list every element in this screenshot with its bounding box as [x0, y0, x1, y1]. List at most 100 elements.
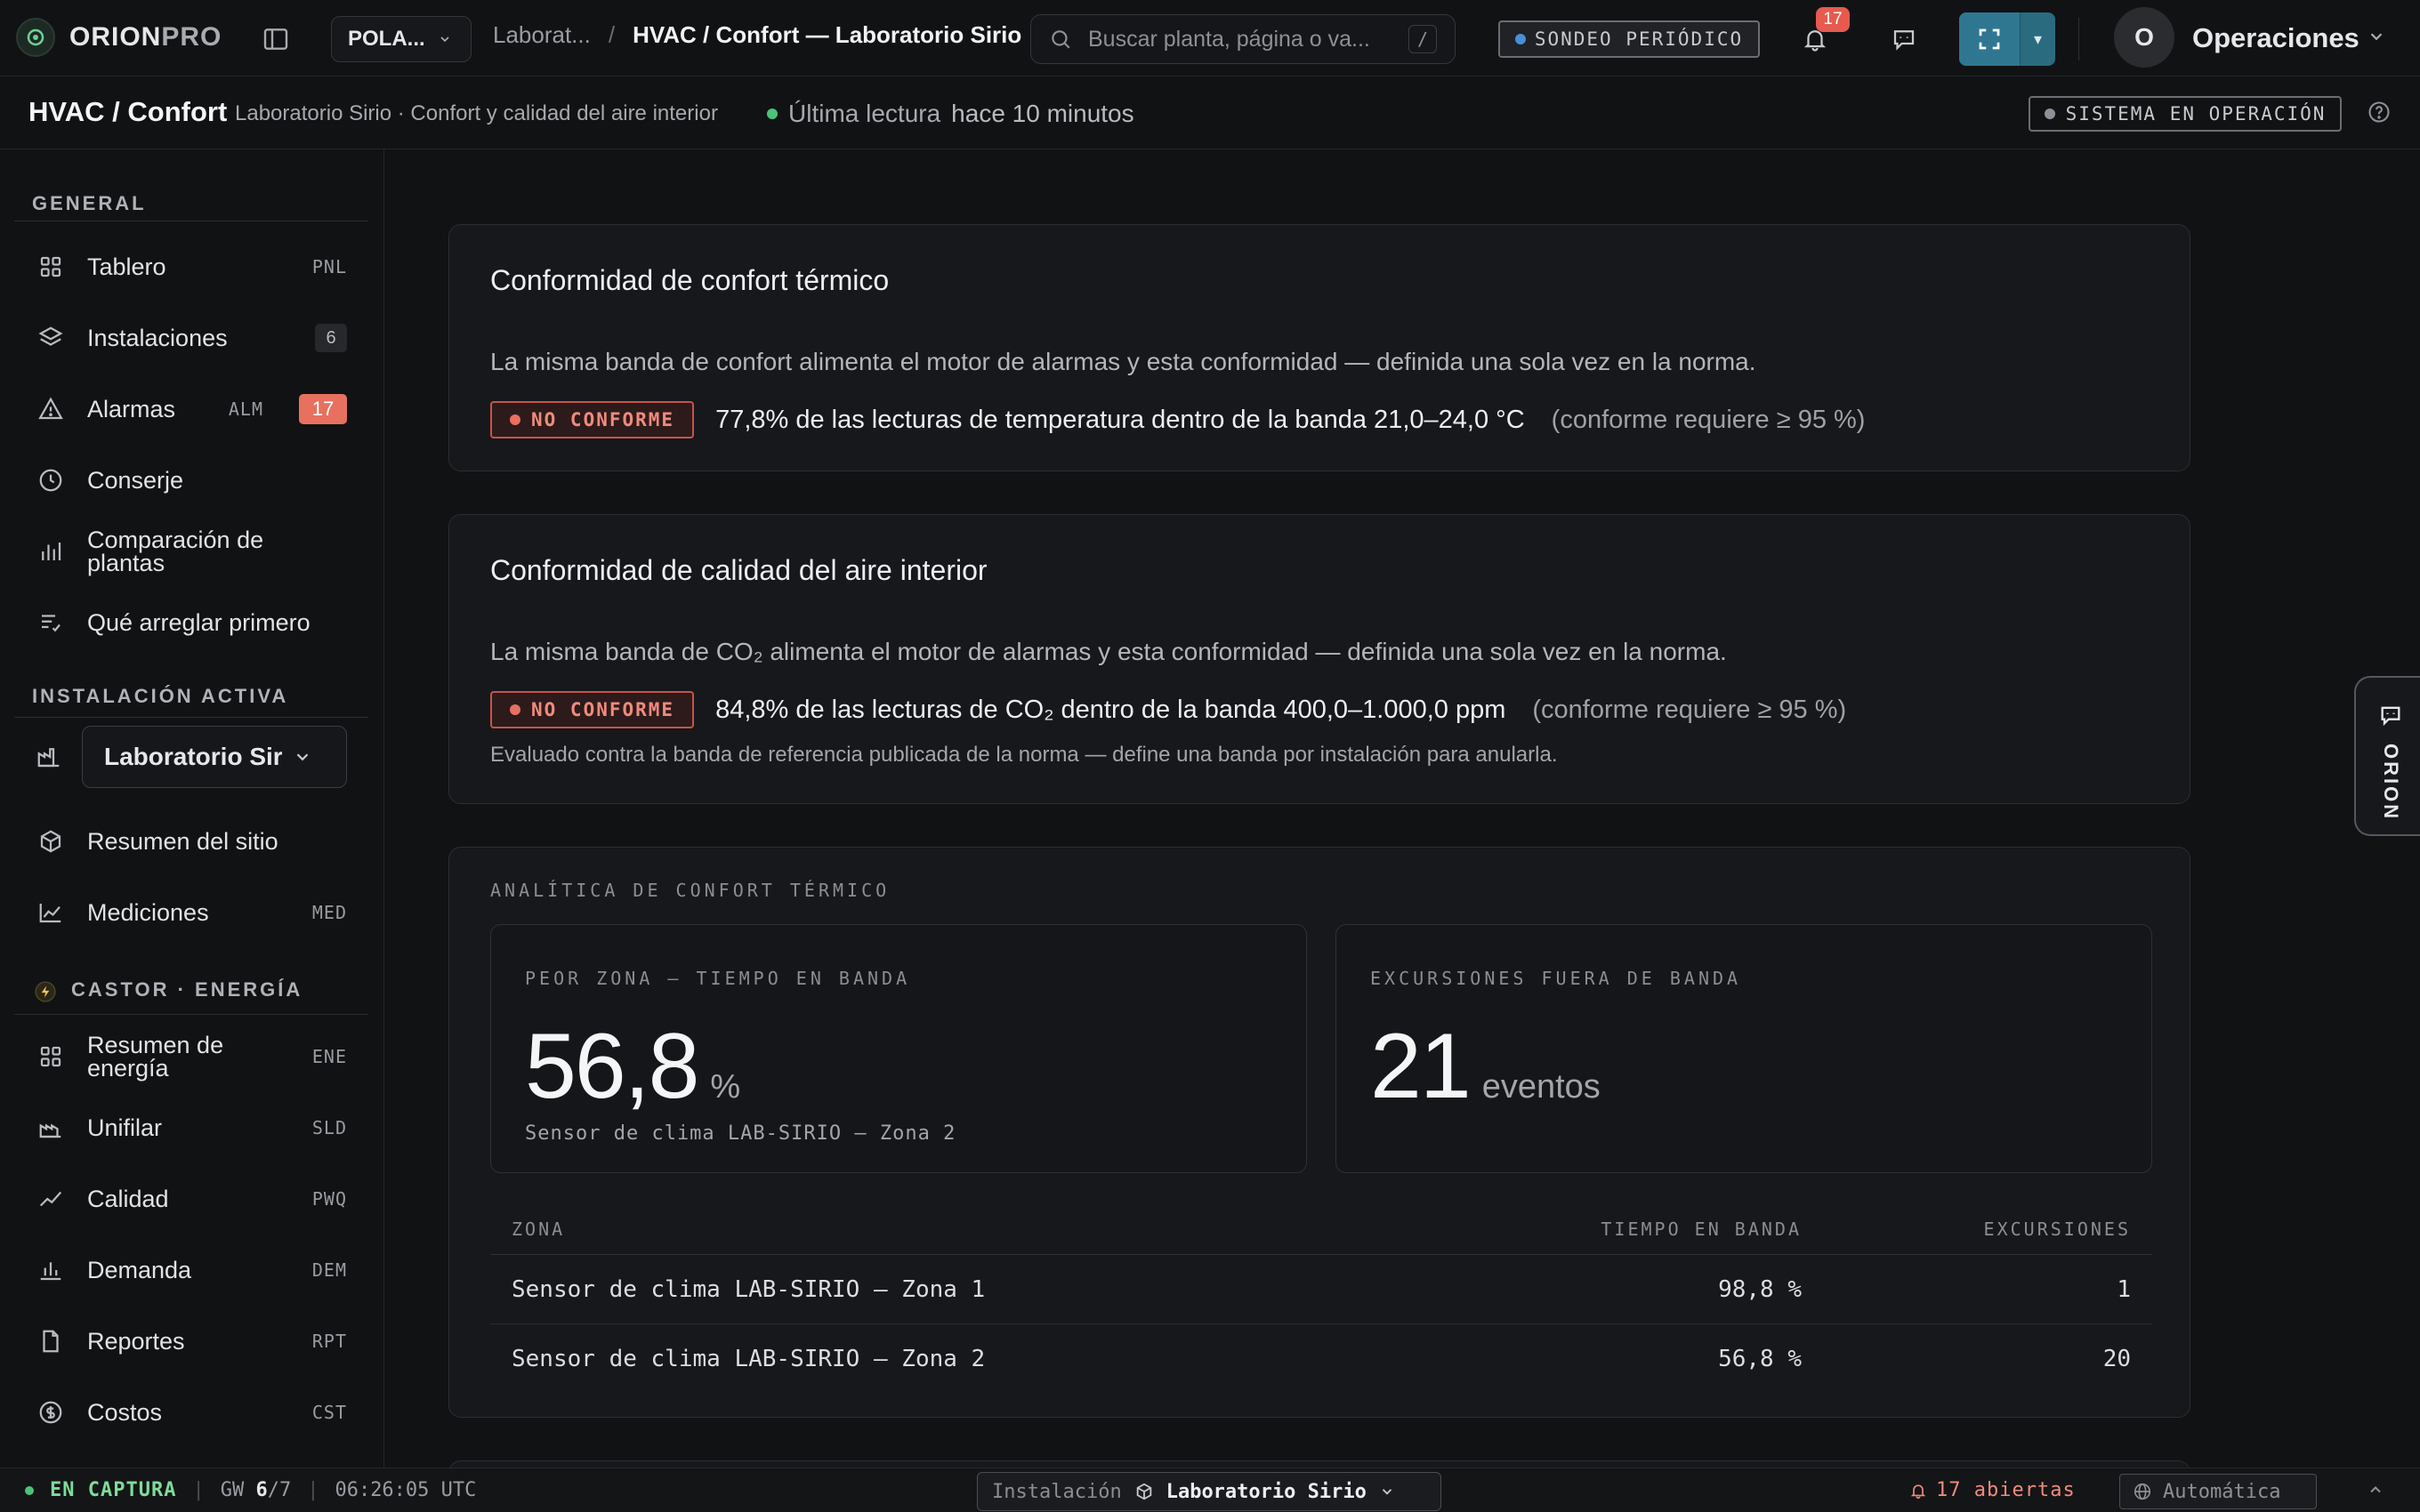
- sidebar-divider: [14, 1014, 368, 1015]
- sidebar-item-label: Qué arreglar primero: [87, 609, 311, 636]
- user-name[interactable]: Operaciones: [2192, 22, 2360, 54]
- stat-number: 56,8: [525, 1015, 699, 1118]
- breadcrumb: Laborat... / HVAC / Confort — Laboratori…: [493, 21, 1021, 49]
- brand[interactable]: ORIONPRO: [16, 18, 222, 57]
- sidebar-item-label: Resumen del sitio: [87, 828, 278, 855]
- orion-assistant-tab[interactable]: ORION: [2354, 676, 2420, 836]
- gateway-label: GW: [220, 1479, 245, 1501]
- sidebar-item-shortcut: ALM: [228, 398, 263, 420]
- compliance-requirement: (conforme requiere ≥ 95 %): [1532, 695, 1847, 724]
- sidebar-toggle-icon[interactable]: [258, 21, 294, 57]
- installation-select[interactable]: Instalación Laboratorio Sirio: [977, 1472, 1441, 1511]
- toolbar-divider: [2078, 18, 2079, 60]
- sidebar-item-tablero[interactable]: Tablero PNL: [14, 235, 368, 299]
- compliance-result: NO CONFORME 77,8% de las lecturas de tem…: [490, 401, 1865, 438]
- organization-name: POLA...: [348, 27, 425, 51]
- search-input[interactable]: Buscar planta, página o va... /: [1030, 14, 1456, 64]
- active-site-select[interactable]: Laboratorio Sirio: [82, 726, 347, 788]
- organization-select[interactable]: POLA...: [331, 16, 472, 62]
- sidebar-item-shortcut: ENE: [311, 1046, 347, 1067]
- checklist-icon: [42, 615, 60, 632]
- breadcrumb-separator: /: [608, 21, 616, 48]
- search-placeholder: Buscar planta, página o va...: [1088, 26, 1370, 52]
- card-description: La misma banda de CO₂ alimenta el motor …: [490, 638, 1727, 665]
- sidebar-item-unifilar[interactable]: Unifilar SLD: [14, 1096, 368, 1160]
- bell-icon: [1910, 1484, 1926, 1499]
- sidebar-item-resumen-sitio[interactable]: Resumen del sitio: [14, 809, 368, 873]
- thermal-analytics-card: ANALÍTICA DE CONFORT TÉRMICO PEOR ZONA —…: [448, 847, 2190, 1418]
- system-status-dot: [2044, 109, 2055, 119]
- sidebar: GENERAL Tablero PNL Instalaciones 6 Alar…: [0, 149, 384, 1468]
- sidebar-item-label: Comparación de plantas: [87, 527, 264, 576]
- globe-icon: [2134, 1483, 2151, 1500]
- sidebar-item-conserje[interactable]: Conserje: [14, 448, 368, 512]
- cube-icon: [1136, 1483, 1151, 1500]
- breadcrumb-current: HVAC / Confort — Laboratorio Sirio: [633, 21, 1022, 48]
- gateway-total: /7: [267, 1479, 292, 1501]
- status-dot: [510, 414, 520, 425]
- table-cell-time-in-band: 56,8 %: [1718, 1346, 1802, 1372]
- compliance-value: 77,8% de las lecturas de temperatura den…: [715, 405, 1525, 434]
- theme-select[interactable]: Automática: [2119, 1474, 2317, 1509]
- table-row[interactable]: Sensor de clima LAB-SIRIO — Zona 2 56,8 …: [490, 1324, 2152, 1394]
- warning-icon: [38, 397, 63, 420]
- theme-label: Automática: [2163, 1480, 2281, 1503]
- fullscreen-options-caret-icon[interactable]: ▾: [2020, 12, 2055, 66]
- column-header-time-in-band[interactable]: TIEMPO EN BANDA: [1446, 1218, 1802, 1240]
- column-header-excursions[interactable]: EXCURSIONES: [1802, 1218, 2131, 1240]
- card-description: La misma banda de confort alimenta el mo…: [490, 348, 1756, 375]
- sidebar-item-label: Tablero: [87, 253, 166, 280]
- iaq-compliance-card: Conformidad de calidad del aire interior…: [448, 514, 2190, 804]
- sidebar-item-label: Calidad: [87, 1186, 169, 1212]
- column-header-zone[interactable]: ZONA: [512, 1218, 1446, 1240]
- open-alarms-indicator[interactable]: 17 abiertas: [1909, 1479, 2076, 1501]
- sidebar-divider: [14, 717, 368, 718]
- sidebar-item-label: Costos: [87, 1399, 163, 1426]
- chevron-up-icon[interactable]: [2367, 1481, 2384, 1504]
- fullscreen-button[interactable]: [1959, 12, 2020, 66]
- sidebar-item-instalaciones[interactable]: Instalaciones 6: [14, 306, 368, 370]
- worst-zone-stat: PEOR ZONA — TIEMPO EN BANDA 56,8 % Senso…: [490, 924, 1307, 1173]
- help-icon[interactable]: [2367, 100, 2392, 129]
- sidebar-item-comparacion[interactable]: Comparación de plantas: [14, 519, 368, 583]
- breadcrumb-parent[interactable]: Laborat...: [493, 21, 591, 49]
- stat-value: 56,8 %: [525, 1014, 740, 1120]
- polling-mode-badge[interactable]: SONDEO PERIÓDICO: [1498, 20, 1760, 58]
- sidebar-item-mediciones[interactable]: Mediciones MED: [14, 881, 368, 945]
- sidebar-item-resumen-energia[interactable]: Resumen de energía ENE: [14, 1025, 368, 1089]
- status-bar: EN CAPTURA | GW 6/7 | 06:26:05 UTC Insta…: [0, 1468, 2420, 1512]
- stat-unit: eventos: [1481, 1068, 1601, 1106]
- chat-icon[interactable]: [1884, 20, 1924, 59]
- status-label: NO CONFORME: [531, 699, 675, 720]
- sidebar-item-shortcut: DEM: [311, 1259, 347, 1281]
- card-title: Conformidad de calidad del aire interior: [490, 554, 988, 586]
- stat-subtitle: Sensor de clima LAB-SIRIO — Zona 2: [525, 1122, 956, 1145]
- sidebar-item-shortcut: PNL: [311, 256, 347, 277]
- card-footnote: Evaluado contra la banda de referencia p…: [490, 743, 1558, 767]
- system-status-badge: SISTEMA EN OPERACIÓN: [2029, 96, 2342, 132]
- page-header: HVAC / Confort Laboratorio Sirio · Confo…: [0, 76, 2420, 149]
- table-cell-zone: Sensor de clima LAB-SIRIO — Zona 2: [512, 1346, 986, 1372]
- table-cell-time-in-band: 98,8 %: [1718, 1275, 1802, 1303]
- brand-name: ORIONPRO: [69, 22, 222, 52]
- search-shortcut: /: [1408, 25, 1437, 53]
- grid-icon: [40, 1046, 61, 1067]
- avatar[interactable]: O: [2114, 7, 2174, 68]
- page-title: HVAC / Confort: [28, 96, 228, 127]
- sidebar-section-energy: CASTOR · ENERGÍA: [71, 978, 303, 1001]
- sidebar-item-reportes[interactable]: Reportes RPT: [14, 1309, 368, 1373]
- sidebar-item-label: Unifilar: [87, 1114, 163, 1141]
- table-header: ZONA TIEMPO EN BANDA EXCURSIONES: [490, 1203, 2152, 1255]
- sidebar-item-costos[interactable]: Costos CST: [14, 1380, 368, 1444]
- sidebar-item-demanda[interactable]: Demanda DEM: [14, 1238, 368, 1302]
- user-menu-chevron-icon[interactable]: [2367, 27, 2386, 51]
- sidebar-item-label: Reportes: [87, 1328, 185, 1355]
- capture-label: EN CAPTURA: [50, 1479, 177, 1501]
- notifications-count-badge: 17: [1816, 7, 1850, 32]
- bar-chart-icon: [42, 543, 61, 560]
- sidebar-item-calidad[interactable]: Calidad PWQ: [14, 1167, 368, 1231]
- sidebar-item-que-arreglar[interactable]: Qué arreglar primero: [14, 591, 368, 655]
- table-row[interactable]: Sensor de clima LAB-SIRIO — Zona 1 98,8 …: [490, 1255, 2152, 1324]
- compliance-value: 84,8% de las lecturas de CO₂ dentro de l…: [715, 695, 1506, 724]
- sidebar-item-alarmas[interactable]: Alarmas ALM 17: [14, 377, 368, 441]
